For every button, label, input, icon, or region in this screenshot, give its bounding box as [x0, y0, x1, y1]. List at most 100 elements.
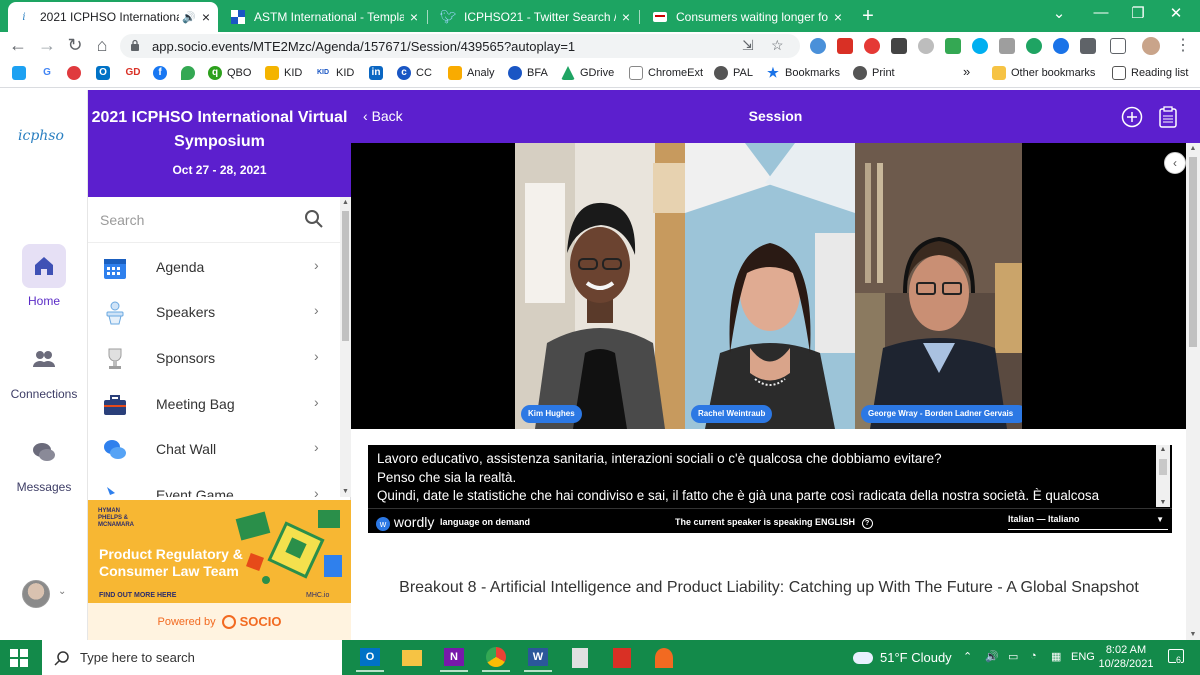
taskbar-search-box[interactable]: Type here to search [42, 640, 342, 675]
reading-list-menu-icon[interactable] [1110, 38, 1126, 54]
bookmark-kid[interactable]: KID [265, 66, 302, 80]
bookmark-bfa[interactable]: BFA [508, 66, 548, 80]
reload-icon[interactable]: ↻ [65, 35, 85, 56]
caption-scrollbar[interactable]: ▲ ▼ [1156, 445, 1170, 507]
extension-icon-10[interactable] [1053, 38, 1069, 54]
calculator-taskbar-icon[interactable] [566, 644, 594, 672]
rail-item-connections[interactable]: Connections [0, 337, 88, 401]
bookmark-chromeext[interactable]: ChromeExt [629, 66, 703, 80]
scroll-down-arrow-icon[interactable]: ▼ [1156, 499, 1170, 506]
bookmark-location[interactable] [181, 66, 200, 80]
scroll-up-arrow-icon[interactable]: ▲ [1156, 446, 1170, 453]
windows-start-icon[interactable] [10, 649, 28, 667]
profile-avatar-icon[interactable] [1142, 37, 1160, 55]
bookmark-twitter[interactable] [12, 66, 31, 80]
scroll-down-arrow-icon[interactable]: ▼ [340, 488, 351, 495]
bookmark-analytics[interactable]: Analy [448, 66, 495, 80]
system-clock[interactable]: 8:02 AM 10/28/2021 [1096, 643, 1156, 671]
input-language[interactable]: ENG [1071, 651, 1095, 663]
outlook-taskbar-icon[interactable]: O [356, 644, 384, 672]
bookmark-star-icon[interactable]: ☆ [771, 37, 784, 54]
menu-item-sponsors[interactable]: Sponsors › [88, 336, 340, 381]
browser-tab-twitter[interactable]: 🐦︎ ICPHSO21 - Twitter Search / Twitt × [432, 2, 638, 32]
bookmark-print[interactable]: Print [853, 66, 895, 80]
address-bar[interactable]: app.socio.events/MTE2Mzc/Agenda/157671/S… [120, 34, 800, 58]
extension-icon-9[interactable] [1026, 38, 1042, 54]
close-tab-icon[interactable]: × [622, 9, 630, 25]
menu-item-chat-wall[interactable]: Chat Wall › [88, 427, 340, 472]
scroll-up-arrow-icon[interactable]: ▲ [340, 199, 351, 206]
wifi-icon[interactable]: ◔ [1030, 650, 1037, 662]
bookmark-facebook[interactable]: f [153, 66, 172, 80]
bookmark-gd[interactable]: GD [124, 66, 147, 80]
puzzle-extensions-icon[interactable] [1080, 38, 1096, 54]
menu-item-event-game[interactable]: Event Game › [88, 473, 340, 497]
scrollbar-thumb[interactable] [1159, 459, 1167, 475]
acrobat-taskbar-icon[interactable] [608, 644, 636, 672]
bookmark-qbo[interactable]: q QBO [208, 66, 251, 80]
bookmark-outlook[interactable]: O [96, 66, 115, 80]
speaker-audio-icon[interactable]: 🔊 [182, 11, 196, 24]
rail-item-messages[interactable]: Messages [0, 430, 88, 494]
search-icon[interactable] [304, 209, 324, 229]
notes-icon[interactable] [1159, 106, 1177, 128]
skype-extension-icon[interactable] [972, 38, 988, 54]
ad-cta-link[interactable]: FIND OUT MORE HERE [99, 592, 176, 599]
file-explorer-taskbar-icon[interactable] [398, 644, 426, 672]
home-icon[interactable]: ⌂ [92, 35, 112, 56]
bookmark-cc[interactable]: c CC [397, 66, 432, 80]
main-scrollbar[interactable]: ▲ ▼ [1186, 143, 1200, 640]
app-taskbar-icon[interactable] [650, 644, 678, 672]
bookmarks-overflow-button[interactable]: » [963, 64, 970, 79]
acrobat-extension-icon[interactable] [837, 38, 853, 54]
close-tab-icon[interactable]: × [202, 9, 210, 25]
rail-item-home[interactable]: Home [0, 244, 88, 308]
reading-list-button[interactable]: Reading list [1112, 66, 1188, 80]
scroll-up-arrow-icon[interactable]: ▲ [1186, 145, 1200, 152]
scrollbar-thumb[interactable] [1189, 157, 1197, 347]
bookmark-kid-2[interactable]: KID KID [315, 66, 354, 80]
menu-dots-icon[interactable]: ⋮ [1173, 35, 1193, 55]
caption-text[interactable]: Lavoro educativo, assistenza sanitaria, … [377, 450, 1153, 506]
close-window-button[interactable]: ✕ [1166, 4, 1186, 22]
chrome-taskbar-icon[interactable] [482, 644, 510, 672]
search-input[interactable] [100, 209, 300, 231]
drive-extension-icon[interactable] [945, 38, 961, 54]
onenote-taskbar-icon[interactable]: N [440, 644, 468, 672]
new-tab-button[interactable]: + [858, 5, 878, 28]
close-tab-icon[interactable]: × [410, 9, 418, 25]
battery-icon[interactable]: ▭ [1008, 650, 1018, 663]
user-avatar-menu[interactable]: ⌄ [22, 580, 72, 608]
bookmark-google[interactable]: G [40, 66, 59, 80]
close-tab-icon[interactable]: × [834, 9, 842, 25]
bookmark-pal[interactable]: PAL [714, 66, 753, 80]
browser-tab-news[interactable]: Consumers waiting longer for re × [644, 2, 850, 32]
browser-tab-astm[interactable]: ASTM International - Template × [222, 2, 426, 32]
extension-icon-5[interactable] [918, 38, 934, 54]
sponsor-ad-banner[interactable]: HYMAN PHELPS & MCNAMARA Product Regulatory… [88, 500, 351, 603]
bookmark-nbc[interactable] [67, 66, 86, 80]
restore-button[interactable]: ❐ [1128, 4, 1148, 22]
sidebar-scrollbar[interactable]: ▲ ▼ [340, 197, 351, 497]
menu-item-agenda[interactable]: Agenda › [88, 245, 340, 290]
network-icon[interactable]: ▦ [1051, 650, 1061, 663]
cloud-extension-icon[interactable] [810, 38, 826, 54]
weather-widget[interactable]: 51°F Cloudy [853, 650, 952, 665]
install-app-icon[interactable]: ⇲ [742, 37, 754, 54]
help-icon[interactable]: ? [861, 518, 873, 529]
other-bookmarks-folder[interactable]: Other bookmarks [992, 66, 1095, 80]
scrollbar-thumb[interactable] [342, 211, 349, 341]
language-select[interactable]: Italian — Italiano ▼ [1008, 514, 1168, 530]
extension-icon-8[interactable] [999, 38, 1015, 54]
bookmark-bookmarks[interactable]: ★ Bookmarks [766, 66, 840, 80]
add-circle-icon[interactable] [1121, 106, 1143, 128]
notification-center-button[interactable]: 6 [1168, 649, 1184, 668]
browser-tab-icphso[interactable]: i 2021 ICPHSO International Vi 🔊 × [8, 2, 218, 32]
bookmark-linkedin[interactable]: in [369, 66, 388, 80]
expand-chevron-icon[interactable]: ‹ [1164, 152, 1186, 174]
tab-search-chevron-icon[interactable]: ⌄ [1049, 4, 1069, 22]
menu-item-meeting-bag[interactable]: Meeting Bag › [88, 382, 340, 427]
menu-item-speakers[interactable]: Speakers › [88, 290, 340, 335]
bookmark-gdrive[interactable]: GDrive [561, 66, 614, 80]
adblock-extension-icon[interactable] [864, 38, 880, 54]
